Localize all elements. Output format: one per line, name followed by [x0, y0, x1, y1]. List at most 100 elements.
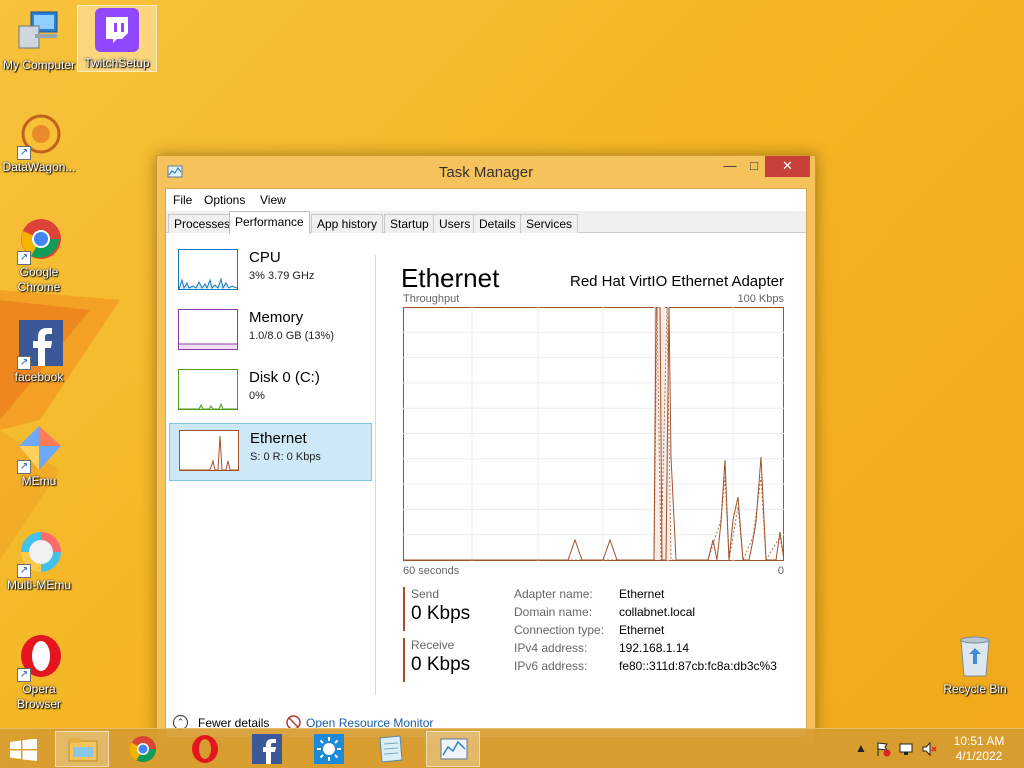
performance-panel: CPU 3% 3.79 GHz Memory 1.0/8.0 GB (13%) [166, 233, 806, 703]
menu-options[interactable]: Options [204, 193, 245, 207]
property-row: Adapter name: Ethernet [514, 587, 794, 605]
send-label: Send [411, 587, 440, 601]
recycle-bin-icon [951, 632, 999, 680]
system-clock[interactable]: 10:51 AM 4/1/2022 [944, 734, 1014, 764]
sidebar-item-disk[interactable]: Disk 0 (C:) 0% [169, 363, 372, 421]
tab-users[interactable]: Users [433, 214, 477, 233]
ethernet-thumbnail-graph [179, 430, 239, 471]
property-key: Connection type: [514, 623, 605, 637]
property-key: IPv4 address: [514, 641, 588, 655]
maximize-button[interactable]: □ [743, 156, 765, 177]
desktop-icon-facebook[interactable]: ↗ facebook [0, 320, 78, 385]
taskbar-task-manager[interactable] [426, 731, 480, 767]
clock-time: 10:51 AM [953, 734, 1005, 748]
property-key: Domain name: [514, 605, 593, 619]
task-manager-icon [440, 738, 468, 760]
tab-services[interactable]: Services [520, 214, 579, 233]
facebook-icon [252, 734, 282, 764]
sidebar-item-subtitle: 3% 3.79 GHz [249, 270, 315, 282]
property-key: Adapter name: [514, 587, 593, 601]
desktop-icon-my-computer[interactable]: My Computer [0, 8, 78, 73]
desktop-icon-multi-memu[interactable]: ↗ Multi-MEmu [0, 528, 78, 593]
sidebar-item-subtitle: 1.0/8.0 GB (13%) [249, 330, 334, 342]
desktop-icon-memu[interactable]: ↗ MEmu [0, 424, 78, 489]
minimize-button[interactable]: — [717, 156, 743, 177]
menu-bar: File Options View [166, 189, 806, 211]
sidebar-item-name: CPU [249, 249, 281, 266]
tab-app-history[interactable]: App history [311, 214, 384, 233]
task-manager-window[interactable]: Task Manager — □ ✕ File Options View Pro… [156, 155, 816, 745]
property-value: 192.168.1.14 [619, 641, 690, 655]
desktop-icon-label: Opera Browser [16, 682, 61, 711]
taskbar-notepad[interactable] [363, 731, 417, 767]
receive-label: Receive [411, 638, 455, 652]
taskbar-facebook[interactable] [240, 731, 294, 767]
shortcut-arrow-icon: ↗ [17, 460, 31, 474]
twitch-icon [93, 6, 141, 54]
sidebar-item-name: Memory [249, 309, 304, 326]
adapter-description: Red Hat VirtIO Ethernet Adapter [569, 273, 784, 290]
property-value: fe80::311d:87cb:fc8a:db3c%3 [619, 659, 777, 673]
taskbar-file-explorer[interactable] [55, 731, 109, 767]
title-bar[interactable]: Task Manager — □ ✕ [157, 156, 815, 188]
desktop-icon-label: MEmu [21, 474, 57, 488]
throughput-graph [403, 306, 785, 562]
volume-muted-icon[interactable] [920, 741, 938, 757]
desktop-icon-label: facebook [14, 370, 64, 384]
tab-details[interactable]: Details [473, 214, 522, 233]
sidebar-item-ethernet[interactable]: Ethernet S: 0 R: 0 Kbps [169, 423, 372, 481]
network-icon[interactable] [897, 741, 915, 757]
menu-file[interactable]: File [173, 193, 192, 207]
desktop-icon-label: DataWagon... [2, 160, 76, 174]
shortcut-arrow-icon: ↗ [17, 356, 31, 370]
desktop-icon-twitchsetup[interactable]: TwitchSetup [77, 5, 157, 72]
taskbar-opera[interactable] [178, 731, 232, 767]
shortcut-arrow-icon: ↗ [17, 146, 31, 160]
tab-performance[interactable]: Performance [229, 211, 310, 234]
send-value: 0 Kbps [411, 603, 471, 624]
graph-max-label: 100 Kbps [737, 293, 784, 305]
sidebar-item-memory[interactable]: Memory 1.0/8.0 GB (13%) [169, 303, 372, 361]
tab-processes[interactable]: Processes [168, 214, 237, 233]
chrome-icon [129, 736, 157, 763]
property-value: collabnet.local [619, 605, 696, 619]
property-key: IPv6 address: [514, 659, 588, 673]
property-value: Ethernet [619, 587, 665, 601]
desktop-icon-opera-browser[interactable]: ↗ Opera Browser [0, 632, 78, 712]
tab-startup[interactable]: Startup [384, 214, 435, 233]
action-center-flag-icon[interactable] [874, 741, 892, 757]
sidebar-item-subtitle: 0% [249, 390, 265, 402]
taskbar: ▲ 10:51 AM 4/1/2022 [0, 728, 1024, 768]
property-row: IPv6 address: fe80::311d:87cb:fc8a:db3c%… [514, 659, 794, 677]
time-span-label: 60 seconds [403, 565, 460, 577]
taskbar-weather-app[interactable] [302, 731, 356, 767]
property-row: Domain name: collabnet.local [514, 605, 794, 623]
chevron-up-icon[interactable]: ▲ [852, 741, 870, 757]
shortcut-arrow-icon: ↗ [17, 251, 31, 265]
multi-memu-icon: ↗ [15, 528, 63, 578]
start-button[interactable] [0, 731, 48, 767]
notepad-icon [379, 735, 403, 763]
opera-icon: ↗ [15, 632, 63, 682]
throughput-label: Throughput [403, 293, 460, 305]
desktop-icon-google-chrome[interactable]: ↗ Google Chrome [0, 215, 78, 295]
sidebar-item-subtitle: S: 0 R: 0 Kbps [250, 451, 321, 463]
panel-divider [375, 255, 376, 695]
receive-stat: Receive 0 Kbps [403, 638, 483, 682]
desktop-icon-datawagon[interactable]: ↗ DataWagon... [0, 110, 78, 175]
sidebar-item-cpu[interactable]: CPU 3% 3.79 GHz [169, 243, 372, 301]
desktop-icon-recycle-bin[interactable]: Recycle Bin [936, 632, 1014, 697]
task-manager-body: File Options View Processes Performance … [165, 188, 807, 738]
facebook-icon: ↗ [15, 320, 63, 370]
datawagon-icon: ↗ [15, 110, 63, 160]
taskbar-chrome[interactable] [116, 731, 170, 767]
memory-thumbnail-graph [178, 309, 238, 350]
desktop-icon-label: Recycle Bin [943, 682, 1007, 696]
detail-title: Ethernet [401, 263, 500, 293]
disk-thumbnail-graph [178, 369, 238, 410]
chrome-icon: ↗ [15, 215, 63, 265]
opera-icon [192, 735, 218, 763]
menu-view[interactable]: View [260, 193, 286, 207]
close-button[interactable]: ✕ [765, 156, 810, 177]
property-row: IPv4 address: 192.168.1.14 [514, 641, 794, 659]
